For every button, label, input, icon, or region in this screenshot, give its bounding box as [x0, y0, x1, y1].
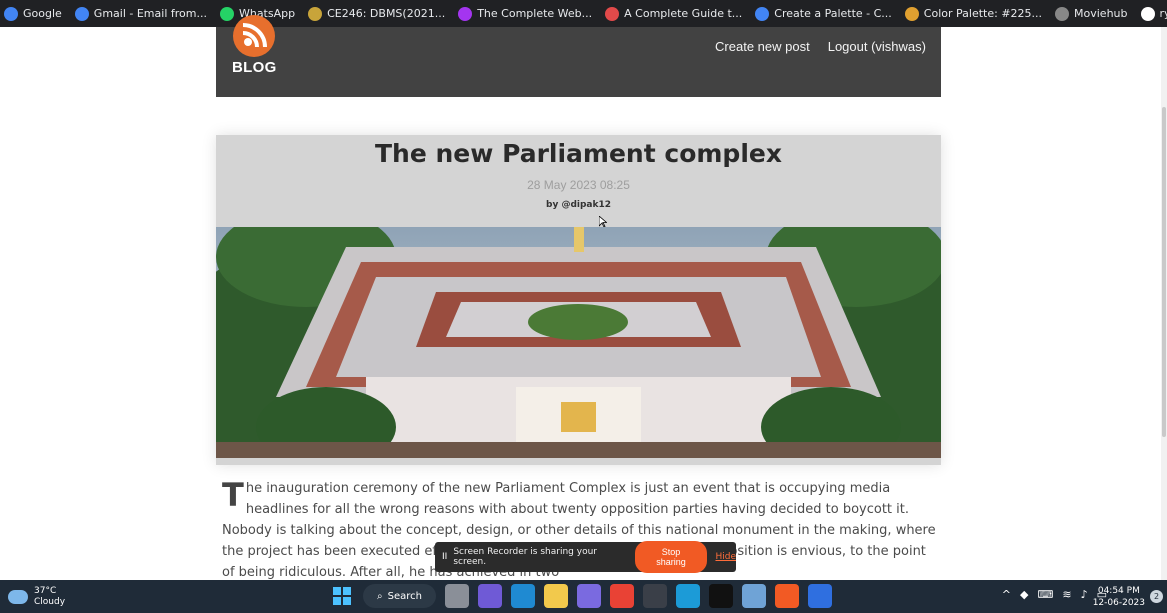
hide-recorder-link[interactable]: Hide	[715, 552, 736, 562]
taskbar-search-label: Search	[387, 590, 422, 602]
notification-badge[interactable]: 2	[1150, 590, 1163, 603]
rss-icon	[233, 15, 275, 57]
post-card: The new Parliament complex 28 May 2023 0…	[216, 135, 941, 465]
whatsapp-icon	[219, 6, 234, 21]
wifi-icon[interactable]: ≋	[1062, 588, 1071, 601]
app-icon[interactable]	[576, 584, 601, 608]
weather-condition: Cloudy	[34, 597, 66, 607]
google-icon	[4, 6, 18, 21]
bookmark-label: A Complete Guide t...	[624, 7, 743, 20]
snipping-tool-icon[interactable]	[642, 584, 667, 608]
bookmark-label: Create a Palette - C...	[774, 7, 892, 20]
pause-icon[interactable]: II	[442, 552, 447, 562]
bookmark-item[interactable]: Google	[4, 6, 62, 21]
cup-icon	[904, 6, 919, 21]
bookmark-item[interactable]: A Complete Guide t...	[605, 6, 743, 21]
recorder-message: Screen Recorder is sharing your screen.	[453, 547, 597, 567]
taskbar-apps: ⌕ Search	[330, 584, 832, 608]
weather-temp: 37°C	[34, 586, 57, 596]
taskbar-clock[interactable]: 04:54 PM 12-06-2023	[1093, 585, 1145, 609]
search-icon: ⌕	[377, 590, 383, 602]
keyboard-icon[interactable]: ⌨	[1037, 588, 1053, 601]
bookmark-item[interactable]: Gmail - Email from...	[74, 6, 207, 21]
bookmark-label: Gmail - Email from...	[93, 7, 207, 20]
bookmark-label: The Complete Web...	[477, 7, 593, 20]
bookmark-item[interactable]: The Complete Web...	[458, 6, 593, 21]
bookmarks-bar: Google Gmail - Email from... WhatsApp CE246…	[0, 0, 1167, 27]
bookmark-item[interactable]: Create a Palette - C...	[755, 6, 892, 21]
screen-recorder-icon[interactable]	[807, 584, 832, 608]
google-icon	[755, 6, 770, 21]
clock-time: 04:54 PM	[1097, 586, 1140, 596]
bookmark-label: Moviehub	[1074, 7, 1128, 20]
google-icon	[74, 6, 89, 21]
windows-start-icon[interactable]	[330, 584, 354, 608]
system-tray: ^ ◆ ⌨ ≋ ♪ ▭	[1002, 588, 1107, 601]
file-explorer-icon[interactable]	[543, 584, 568, 608]
logo-text: BLOG	[232, 59, 277, 76]
task-view-icon[interactable]	[444, 584, 469, 608]
clock-date: 12-06-2023	[1092, 598, 1145, 608]
bookmark-label: Google	[23, 7, 62, 20]
cloud-icon	[8, 590, 28, 604]
globe-icon	[1055, 6, 1070, 21]
bookmark-item[interactable]: CE246: DBMS(2021...	[308, 6, 446, 21]
drop-cap: T	[222, 476, 244, 514]
page-scrollbar[interactable]	[1161, 27, 1167, 580]
taskbar-search[interactable]: ⌕ Search	[363, 584, 436, 608]
blog-logo[interactable]: BLOG	[232, 15, 278, 77]
github-icon	[1140, 6, 1155, 21]
bookmark-label: rynp03/booking-re...	[1159, 7, 1167, 20]
screen-recorder-bar: II Screen Recorder is sharing your scree…	[435, 541, 736, 573]
udemy-icon	[458, 6, 473, 21]
security-icon[interactable]: ◆	[1020, 588, 1028, 601]
bookmark-item[interactable]: Moviehub	[1055, 6, 1128, 21]
photos-icon[interactable]	[741, 584, 766, 608]
brave-icon[interactable]	[774, 584, 799, 608]
site-header: BLOG Create new post Logout (vishwas)	[216, 15, 941, 97]
main-nav: Create new post Logout (vishwas)	[715, 39, 926, 54]
bookmark-item[interactable]: rynp03/booking-re...	[1140, 6, 1167, 21]
bookmark-item[interactable]: Color Palette: #225...	[904, 6, 1043, 21]
post-title: The new Parliament complex	[375, 139, 782, 168]
star-icon	[605, 6, 620, 21]
bookmark-label: Color Palette: #225...	[923, 7, 1043, 20]
scrollbar-thumb[interactable]	[1162, 107, 1166, 437]
teams-icon[interactable]	[477, 584, 502, 608]
terminal-icon[interactable]	[708, 584, 733, 608]
vscode-icon[interactable]	[510, 584, 535, 608]
taskbar: 37°C Cloudy ⌕ Search ^ ◆ ⌨ ≋ ♪ ▭ 04:54 P…	[0, 580, 1167, 613]
chevron-up-icon[interactable]: ^	[1002, 588, 1011, 601]
chrome-icon[interactable]	[609, 584, 634, 608]
logout-link[interactable]: Logout (vishwas)	[828, 39, 926, 54]
stop-sharing-button[interactable]: Stop sharing	[634, 541, 708, 573]
bookmark-label: CE246: DBMS(2021...	[327, 7, 446, 20]
moodle-icon	[308, 6, 323, 21]
create-post-link[interactable]: Create new post	[715, 39, 810, 54]
weather-widget[interactable]: 37°C Cloudy	[8, 586, 65, 608]
volume-icon[interactable]: ♪	[1081, 588, 1088, 601]
post-author: by @dipak12	[546, 200, 611, 210]
parliament-image	[216, 227, 941, 458]
post-date: 28 May 2023 08:25	[527, 178, 630, 192]
edge-icon[interactable]	[675, 584, 700, 608]
